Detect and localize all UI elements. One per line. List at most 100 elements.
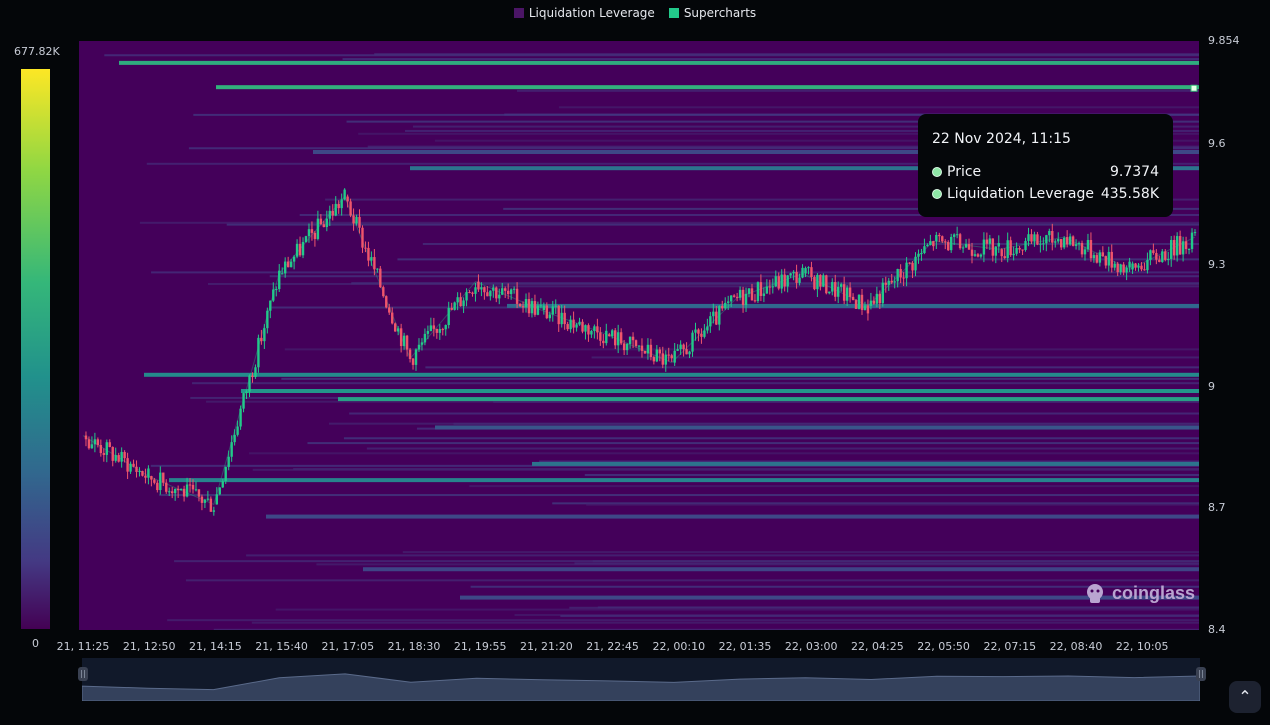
candle-body (932, 241, 935, 247)
scroll-to-top-button[interactable]: ⌃ (1229, 681, 1261, 713)
candle-body (319, 218, 323, 225)
liquidation-band-faint (586, 503, 1199, 506)
liquidation-band-faint (342, 58, 1199, 61)
y-tick-label: 9.6 (1208, 136, 1226, 150)
candle-body (1187, 248, 1191, 250)
candle-body (1051, 231, 1054, 243)
candle-body (450, 307, 453, 310)
candle-body (738, 289, 742, 298)
liquidation-band-faint (402, 551, 1199, 554)
candle-body (703, 330, 706, 337)
candle-body (899, 268, 902, 278)
legend-item-liquidation-leverage[interactable]: Liquidation Leverage (513, 6, 655, 20)
candle-body (367, 247, 370, 261)
navigator-right-handle[interactable]: || (1196, 667, 1206, 681)
candle-body (1012, 253, 1015, 256)
candle-body (961, 247, 965, 249)
candle-body (786, 275, 789, 287)
tooltip-dot-icon (932, 189, 942, 199)
candle-body (548, 314, 552, 319)
candle-body (1092, 255, 1096, 259)
candle-body (111, 447, 114, 461)
candle-body (337, 203, 340, 209)
candle-body (923, 246, 926, 254)
candle-body (191, 484, 195, 490)
liquidation-band (338, 397, 1199, 402)
liquidation-band-faint (213, 628, 1199, 630)
candle-body (724, 302, 727, 309)
candle-body (976, 254, 980, 257)
candle-body (521, 306, 525, 308)
candle-body (551, 306, 554, 315)
candle-body (863, 305, 867, 310)
candle-body (777, 276, 780, 289)
candle-body (581, 321, 584, 332)
candle-body (1131, 263, 1134, 270)
candle-body (1062, 237, 1066, 248)
candle-body (304, 236, 308, 243)
candle-body (316, 218, 320, 239)
candle-body (1065, 237, 1069, 245)
candle-body (655, 349, 659, 362)
candle-body (771, 286, 774, 288)
candle-body (735, 296, 739, 298)
candle-body (949, 236, 953, 251)
candle-body (286, 261, 290, 268)
candle-body (631, 336, 635, 341)
candle-body (391, 312, 394, 324)
candle-body (1042, 243, 1045, 245)
legend-label: Liquidation Leverage (528, 6, 655, 20)
liquidation-band-faint (139, 221, 1199, 224)
x-tick-label: 21, 22:45 (586, 640, 639, 653)
legend-item-supercharts[interactable]: Supercharts (668, 6, 756, 20)
candle-body (682, 344, 685, 350)
candle-body (313, 232, 317, 239)
x-tick-label: 22, 00:10 (652, 640, 706, 653)
candle-body (153, 479, 156, 483)
liquidation-band (144, 372, 1199, 377)
y-tick-label: 9.854 (1208, 34, 1240, 47)
liquidation-band-faint (343, 437, 1199, 440)
candle-body (93, 439, 97, 445)
candle-body (239, 408, 242, 427)
candle-body (625, 343, 629, 351)
candle-body (1089, 239, 1093, 259)
time-navigator[interactable] (81, 658, 1201, 702)
candle-body (614, 330, 617, 346)
navigator-left-handle[interactable]: || (78, 667, 88, 681)
candle-body (590, 330, 593, 335)
candle-body (566, 324, 569, 330)
candle-body (542, 305, 546, 310)
candle-body (483, 287, 486, 293)
liquidation-band-faint (425, 366, 1199, 369)
liquidation-band (435, 425, 1199, 430)
candle-body (393, 323, 397, 332)
candle-body (459, 297, 462, 307)
liquidation-band-faint (252, 468, 1199, 471)
candle-body (527, 299, 531, 314)
liquidation-band-faint (167, 619, 1199, 622)
candle-body (768, 286, 772, 288)
candle-body (1128, 261, 1131, 268)
candle-body (90, 444, 94, 449)
candle-body (1175, 236, 1179, 256)
candle-body (726, 301, 730, 303)
candle-body (1000, 249, 1003, 257)
candle-body (379, 268, 382, 288)
candle-body (1098, 252, 1102, 263)
candle-body (709, 316, 712, 327)
candle-body (893, 281, 896, 283)
candle-body (819, 274, 822, 287)
candle-body (706, 326, 709, 331)
candle-body (441, 329, 444, 331)
candle-body (150, 476, 153, 480)
candle-body (834, 282, 837, 297)
colorbar-min-label: 0 (32, 637, 39, 650)
candle-body (310, 229, 314, 233)
candle-body (661, 353, 664, 365)
candle-body (221, 481, 224, 488)
candle-body (1146, 259, 1149, 271)
candle-body (652, 357, 656, 362)
candle-body (388, 307, 391, 313)
candle-body (947, 242, 950, 251)
